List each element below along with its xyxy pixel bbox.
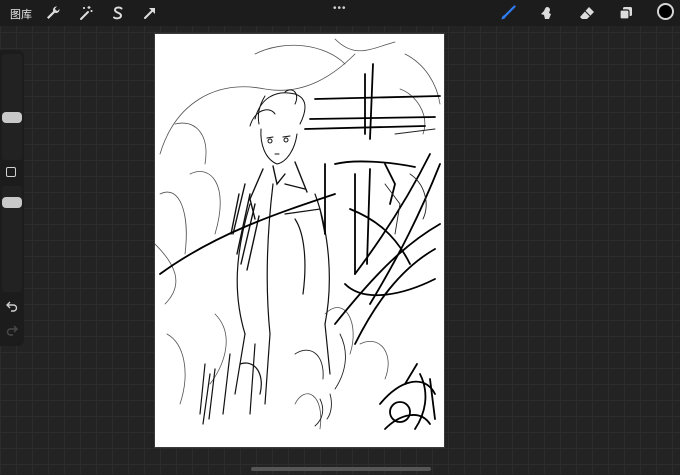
smudge-icon[interactable]	[537, 4, 555, 22]
color-picker-button[interactable]	[657, 3, 674, 20]
top-toolbar: 图库 •••	[0, 0, 680, 26]
redo-icon[interactable]	[3, 322, 21, 338]
brush-size-thumb[interactable]	[2, 111, 22, 123]
wrench-icon[interactable]	[44, 4, 62, 22]
brush-icon[interactable]	[499, 4, 517, 22]
left-sidebar	[0, 50, 24, 346]
selection-s-icon[interactable]	[109, 4, 127, 22]
magic-wand-icon[interactable]	[77, 4, 95, 22]
drawing-canvas[interactable]	[155, 34, 444, 447]
layers-icon[interactable]	[617, 4, 635, 22]
gallery-button[interactable]: 图库	[10, 6, 32, 22]
transform-arrow-icon[interactable]	[141, 4, 159, 22]
eraser-icon[interactable]	[578, 4, 596, 22]
undo-icon[interactable]	[3, 298, 21, 314]
opacity-thumb[interactable]	[2, 197, 22, 209]
home-indicator[interactable]	[251, 467, 431, 471]
sketch-artwork	[155, 38, 441, 430]
more-options-button[interactable]: •••	[333, 3, 347, 14]
brush-size-slider[interactable]	[2, 54, 22, 160]
modify-button[interactable]	[6, 167, 16, 177]
